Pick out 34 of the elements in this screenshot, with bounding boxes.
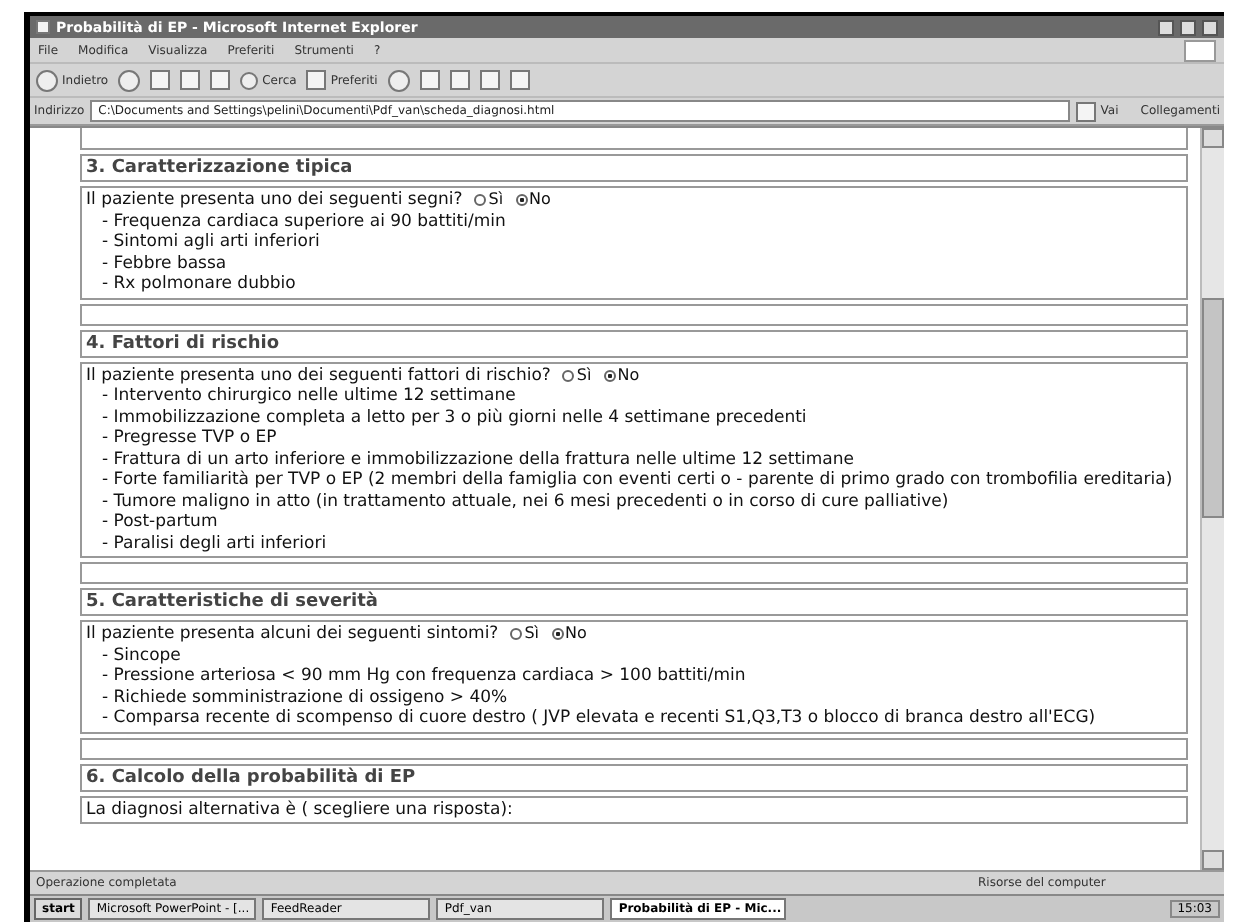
radio-option[interactable]: Sì xyxy=(474,190,504,211)
section-header: 5. Caratteristiche di severità xyxy=(80,588,1188,616)
list-item: - Tumore maligno in atto (in trattamento attuale, nei 6 mesi precedenti o in corso di cure palliative) xyxy=(100,491,951,512)
minimize-button[interactable] xyxy=(1158,19,1174,35)
radio-option[interactable]: No xyxy=(603,365,640,386)
list-item: - Rx polmonare dubbio xyxy=(100,274,298,295)
radio-option[interactable]: No xyxy=(515,190,551,211)
radio-option[interactable]: No xyxy=(551,624,587,645)
list-item: - Sincope xyxy=(100,645,183,666)
list-item: - Immobilizzazione completa a letto per 3 o più giorni nelle 4 settimane precedenti xyxy=(100,407,809,428)
question-text: Il paziente presenta uno dei seguenti segni? xyxy=(86,190,463,211)
section-header: 4. Fattori di rischio xyxy=(80,329,1188,357)
list-item: - Sintomi agli arti inferiori xyxy=(100,232,322,253)
list-item: - Frequenza cardiaca superiore ai 90 battiti/min xyxy=(100,211,508,232)
scrollbar[interactable] xyxy=(1200,128,1224,870)
list-item: - Post-partum xyxy=(100,512,220,533)
list-item: - Forte familiarità per TVP o EP (2 membri della famiglia con eventi certi o - parente di primo grado con trombofilia ereditaria) xyxy=(100,470,1175,491)
section-header: 6. Calcolo della probabilità di EP xyxy=(80,763,1188,791)
section-header: 3. Caratterizzazione tipica xyxy=(80,154,1188,182)
question-text: Il paziente presenta uno dei seguenti fattori di rischio? xyxy=(86,365,551,386)
question-text: Il paziente presenta alcuni dei seguenti sintomi? xyxy=(86,624,499,645)
list-item: - Pregresse TVP o EP xyxy=(100,428,279,449)
radio-option[interactable]: Sì xyxy=(562,365,592,386)
list-item: - Febbre bassa xyxy=(100,253,229,274)
list-item: - Comparsa recente di scompenso di cuore destro ( JVP elevata e recenti S1,Q3,T3 o blocco di branca destro all'ECG) xyxy=(100,708,1098,729)
maximize-button[interactable] xyxy=(1180,19,1196,35)
list-item: - Intervento chirurgico nelle ultime 12 settimane xyxy=(100,386,518,407)
list-item: - Richiede somministrazione di ossigeno > 40% xyxy=(100,687,510,708)
list-item: - Pressione arteriosa < 90 mm Hg con frequenza cardiaca > 100 battiti/min xyxy=(100,666,748,687)
list-item: - Frattura di un arto inferiore e immobilizzazione della frattura nelle ultime 12 settimane xyxy=(100,449,856,470)
close-button[interactable] xyxy=(1202,19,1218,35)
question-text: La diagnosi alternativa è ( scegliere una risposta): xyxy=(86,799,513,820)
list-item: - Paralisi degli arti inferiori xyxy=(100,533,329,554)
radio-option[interactable]: Sì xyxy=(510,624,539,645)
